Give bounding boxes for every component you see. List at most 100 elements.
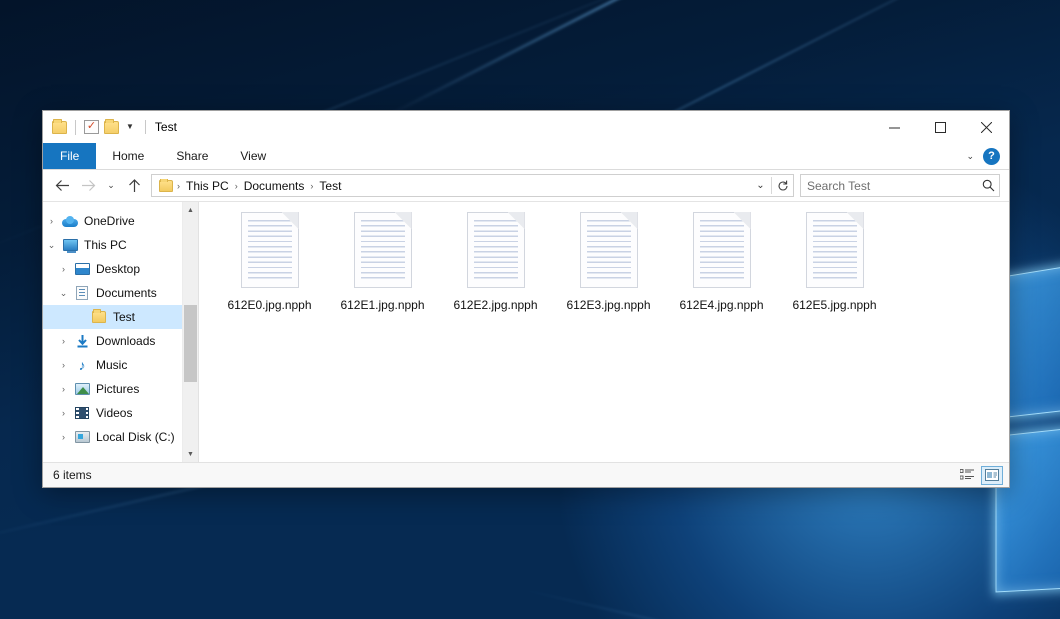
chevron-down-icon[interactable]: ⌄ [43, 240, 60, 251]
sidebar-item-videos[interactable]: › Videos [43, 401, 182, 425]
file-item[interactable]: 612E0.jpg.npph [213, 208, 326, 314]
breadcrumb-bar[interactable]: › This PC › Documents › Test ⌄ [151, 174, 794, 197]
close-button[interactable] [963, 111, 1009, 143]
file-item[interactable]: 612E1.jpg.npph [326, 208, 439, 314]
file-name-label: 612E2.jpg.npph [450, 297, 540, 314]
sidebar-item-pictures[interactable]: › Pictures [43, 377, 182, 401]
new-folder-icon[interactable] [104, 121, 119, 134]
file-item[interactable]: 612E3.jpg.npph [552, 208, 665, 314]
breadcrumb-item-test[interactable]: Test [314, 179, 346, 193]
sidebar-item-label: Desktop [92, 262, 140, 276]
file-name-label: 612E5.jpg.npph [789, 297, 879, 314]
recent-locations-button[interactable]: ⌄ [101, 173, 121, 198]
large-icons-view-button[interactable] [981, 466, 1003, 485]
search-box[interactable] [800, 174, 1000, 197]
address-bar-buttons: ⌄ [750, 175, 793, 196]
chevron-right-icon[interactable]: › [55, 336, 72, 346]
sidebar-item-label: Pictures [92, 382, 139, 396]
sidebar-item-label: OneDrive [80, 214, 135, 228]
search-icon[interactable] [977, 179, 999, 192]
navigation-scrollbar[interactable]: ▲ ▼ [182, 202, 198, 462]
up-button[interactable] [121, 173, 147, 198]
tab-home[interactable]: Home [96, 143, 160, 169]
chevron-right-icon[interactable]: › [55, 264, 72, 274]
videos-icon [72, 407, 92, 419]
tab-share[interactable]: Share [160, 143, 224, 169]
tab-file[interactable]: File [43, 143, 96, 169]
sidebar-item-downloads[interactable]: › Downloads [43, 329, 182, 353]
chevron-right-icon[interactable]: › [55, 384, 72, 394]
disk-icon [72, 431, 92, 443]
file-name-label: 612E4.jpg.npph [676, 297, 766, 314]
file-name-label: 612E1.jpg.npph [337, 297, 427, 314]
generic-document-icon [467, 212, 525, 288]
sidebar-item-label: Videos [92, 406, 132, 420]
chevron-right-icon[interactable]: › [43, 216, 60, 226]
scrollbar-track[interactable] [183, 218, 198, 446]
file-name-label: 612E3.jpg.npph [563, 297, 653, 314]
status-bar: 6 items [43, 462, 1009, 487]
sidebar-item-local-disk[interactable]: › Local Disk (C:) [43, 425, 182, 449]
folder-icon[interactable] [52, 121, 67, 134]
scroll-down-icon[interactable]: ▼ [183, 446, 198, 462]
file-explorer-window: ▼ Test File Home Share View ⌄ [42, 110, 1010, 488]
ribbon-tab-bar: File Home Share View ⌄ ? [43, 143, 1009, 170]
tab-view[interactable]: View [224, 143, 282, 169]
sidebar-item-onedrive[interactable]: › OneDrive [43, 209, 182, 233]
sidebar-item-music[interactable]: › ♪ Music [43, 353, 182, 377]
breadcrumb-item-this-pc[interactable]: This PC [181, 179, 234, 193]
generic-document-icon [806, 212, 864, 288]
explorer-body: › OneDrive ⌄ This PC › Desktop [43, 201, 1009, 462]
help-icon[interactable]: ? [983, 148, 1000, 165]
sidebar-item-test[interactable]: Test [43, 305, 182, 329]
refresh-icon[interactable] [772, 175, 793, 196]
sidebar-item-this-pc[interactable]: ⌄ This PC [43, 233, 182, 257]
scroll-up-icon[interactable]: ▲ [183, 202, 198, 218]
chevron-right-icon[interactable]: › [55, 360, 72, 370]
scrollbar-thumb[interactable] [184, 305, 197, 383]
chevron-down-icon[interactable]: ▼ [124, 123, 136, 131]
search-input[interactable] [801, 179, 977, 193]
minimize-button[interactable] [871, 111, 917, 143]
desktop-icon [72, 263, 92, 275]
breadcrumb: › This PC › Documents › Test [152, 179, 750, 193]
details-view-button[interactable] [956, 466, 978, 485]
music-icon: ♪ [72, 358, 92, 372]
file-list-area[interactable]: 612E0.jpg.npph 612E1.jpg.npph 612E2.jpg.… [199, 202, 1009, 462]
generic-document-icon [693, 212, 751, 288]
generic-document-icon [354, 212, 412, 288]
pc-icon [60, 239, 80, 251]
item-count-label: 6 items [53, 468, 92, 482]
breadcrumb-item-documents[interactable]: Documents [239, 179, 310, 193]
back-button[interactable] [49, 173, 75, 198]
documents-icon [72, 286, 92, 300]
folder-icon [89, 311, 109, 323]
chevron-right-icon[interactable]: › [55, 408, 72, 418]
file-grid: 612E0.jpg.npph 612E1.jpg.npph 612E2.jpg.… [213, 208, 1009, 314]
navigation-tree: › OneDrive ⌄ This PC › Desktop [43, 202, 182, 462]
file-name-label: 612E0.jpg.npph [224, 297, 314, 314]
file-item[interactable]: 612E2.jpg.npph [439, 208, 552, 314]
file-item[interactable]: 612E5.jpg.npph [778, 208, 891, 314]
forward-button[interactable] [75, 173, 101, 198]
sidebar-item-desktop[interactable]: › Desktop [43, 257, 182, 281]
desktop: ▼ Test File Home Share View ⌄ [0, 0, 1060, 619]
quick-access-toolbar: ▼ [43, 120, 136, 135]
properties-checkbox-icon[interactable] [84, 120, 99, 134]
window-controls [871, 111, 1009, 143]
pictures-icon [72, 383, 92, 395]
generic-document-icon [241, 212, 299, 288]
generic-document-icon [580, 212, 638, 288]
maximize-button[interactable] [917, 111, 963, 143]
address-bar: ⌄ › This PC › Documents › Test ⌄ [43, 170, 1009, 201]
chevron-down-icon[interactable]: ⌄ [750, 175, 771, 196]
sidebar-item-documents[interactable]: ⌄ Documents [43, 281, 182, 305]
file-item[interactable]: 612E4.jpg.npph [665, 208, 778, 314]
chevron-down-icon[interactable]: ⌄ [966, 151, 974, 162]
window-title: Test [145, 120, 177, 134]
sidebar-item-label: Documents [92, 286, 157, 300]
sidebar-item-label: Music [92, 358, 127, 372]
chevron-down-icon[interactable]: ⌄ [55, 288, 72, 299]
sidebar-item-label: Downloads [92, 334, 155, 348]
chevron-right-icon[interactable]: › [55, 432, 72, 442]
